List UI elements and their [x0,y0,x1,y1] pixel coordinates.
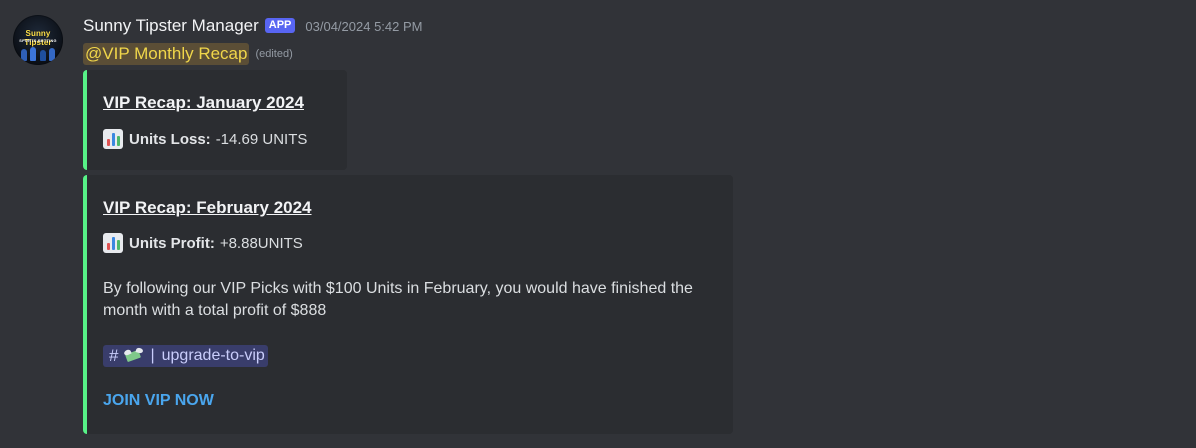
stat-label: Units Loss: [129,130,211,148]
channel-name: upgrade-to-vip [161,347,265,364]
embed-january-recap: VIP Recap: January 2024 Units Loss: -14.… [83,70,347,170]
embed-title: VIP Recap: February 2024 [103,198,312,217]
hash-icon: # [109,346,119,365]
channel-mention-upgrade-to-vip[interactable]: # | upgrade-to-vip [103,345,268,367]
message-content: @VIP Monthly Recap (edited) [83,42,293,66]
bar-chart-icon [103,129,123,149]
avatar-brand-text: Sunny Tipster [24,29,52,47]
message-timestamp[interactable]: 03/04/2024 5:42 PM [305,19,422,34]
embed-title: VIP Recap: January 2024 [103,93,304,112]
embed-description: By following our VIP Picks with $100 Uni… [103,280,693,319]
channel-separator: | [150,347,155,364]
avatar-players-graphic [21,47,55,61]
embed-stat-line: Units Loss: -14.69 UNITS [103,129,307,149]
stat-value: -14.69 UNITS [215,130,308,148]
app-badge: APP [264,17,296,33]
author-username[interactable]: Sunny Tipster Manager [83,16,259,36]
bar-chart-icon [103,233,123,253]
chat-message: Sunny Tipster SPORTS BETTING Sunny Tipst… [0,0,1196,448]
stat-value: +8.88UNITS [219,234,303,252]
embed-february-recap: VIP Recap: February 2024 Units Profit: +… [83,175,733,434]
edited-label[interactable]: (edited) [255,48,292,60]
stat-label: Units Profit: [129,234,215,252]
join-vip-link[interactable]: JOIN VIP NOW [103,392,214,410]
author-avatar[interactable]: Sunny Tipster SPORTS BETTING [13,15,63,65]
role-mention[interactable]: @VIP Monthly Recap [83,43,250,65]
message-header: Sunny Tipster Manager APP 03/04/2024 5:4… [83,15,422,37]
avatar-sub-text: SPORTS BETTING [19,39,57,43]
embed-stat-line: Units Profit: +8.88UNITS [103,233,303,253]
money-with-wings-icon [123,347,144,364]
